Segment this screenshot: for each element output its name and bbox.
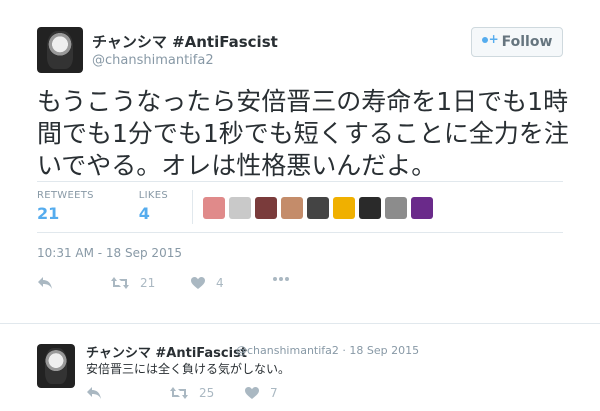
more-button[interactable] xyxy=(272,276,290,282)
liker-avatar[interactable] xyxy=(307,197,329,219)
liker-avatar[interactable] xyxy=(411,197,433,219)
liker-avatar[interactable] xyxy=(333,197,355,219)
reply-avatar[interactable] xyxy=(37,344,75,388)
tweet-stats: RETWEETS 21 LIKES 4 xyxy=(37,190,213,230)
reply-retweet-count: 25 xyxy=(199,386,215,400)
reply-text: 安倍晋三には全く負ける気がしない。 xyxy=(86,362,291,376)
reply-retweet-button[interactable]: 25 xyxy=(169,386,214,400)
avatar-face xyxy=(47,30,73,70)
reply-like-button[interactable]: 7 xyxy=(244,386,278,400)
retweets-label: RETWEETS xyxy=(37,190,94,201)
retweet-button[interactable]: 21 xyxy=(110,276,155,290)
liker-avatar[interactable] xyxy=(359,197,381,219)
reply-handle-date[interactable]: @chanshimantifa2 · 18 Sep 2015 xyxy=(236,344,419,357)
like-count: 4 xyxy=(216,276,224,290)
likes-label: LIKES xyxy=(138,190,169,201)
display-name[interactable]: チャンシマ #AntiFascist xyxy=(92,31,278,52)
avatar-face xyxy=(45,347,67,385)
divider xyxy=(37,181,563,182)
liker-avatar[interactable] xyxy=(255,197,277,219)
reply-reply-button[interactable] xyxy=(86,386,102,400)
more-icon xyxy=(273,277,289,281)
reply-tweet[interactable]: チャンシマ #AntiFascist @chanshimantifa2 · 18… xyxy=(0,324,600,411)
likes-count: 4 xyxy=(138,204,150,223)
retweets-stat[interactable]: RETWEETS 21 xyxy=(37,190,94,230)
retweet-count: 21 xyxy=(140,276,156,290)
retweets-count: 21 xyxy=(37,204,60,223)
retweet-icon xyxy=(111,277,129,289)
retweet-icon xyxy=(170,387,188,399)
liker-avatar[interactable] xyxy=(281,197,303,219)
reply-icon xyxy=(87,387,101,399)
heart-icon xyxy=(245,387,259,399)
avatar[interactable] xyxy=(37,27,83,73)
divider xyxy=(37,232,563,233)
reply-icon xyxy=(38,277,52,289)
reply-button[interactable] xyxy=(37,276,53,290)
liker-avatar[interactable] xyxy=(203,197,225,219)
like-button[interactable]: 4 xyxy=(190,276,224,290)
main-tweet: チャンシマ #AntiFascist @chanshimantifa2 Foll… xyxy=(0,0,600,315)
follow-button[interactable]: Follow xyxy=(471,27,563,57)
heart-icon xyxy=(191,277,205,289)
user-handle[interactable]: @chanshimantifa2 xyxy=(92,53,214,68)
tweet-text: もうこうなったら安倍晋三の寿命を1日でも1時間でも1分でも1秒でも短くすることに… xyxy=(37,87,569,180)
liker-avatars xyxy=(203,197,433,219)
follow-label: Follow xyxy=(501,34,553,50)
follow-person-icon xyxy=(481,32,499,48)
likes-stat[interactable]: LIKES 4 xyxy=(139,190,168,230)
stats-divider xyxy=(192,190,193,224)
tweet-timestamp[interactable]: 10:31 AM - 18 Sep 2015 xyxy=(37,246,182,260)
liker-avatar[interactable] xyxy=(385,197,407,219)
reply-like-count: 7 xyxy=(270,386,278,400)
liker-avatar[interactable] xyxy=(229,197,251,219)
reply-display-name[interactable]: チャンシマ #AntiFascist xyxy=(86,342,247,361)
